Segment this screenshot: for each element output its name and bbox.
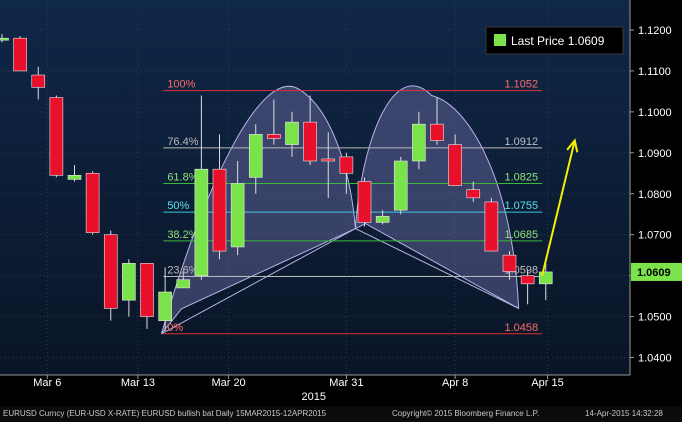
fib-level-price: 1.1052: [504, 79, 538, 91]
last-price-tag-value: 1.0609: [637, 267, 671, 279]
x-tick-label: Mar 20: [211, 377, 245, 389]
y-tick-label: 1.1200: [638, 25, 672, 37]
legend-label: Last Price 1.0609: [511, 34, 605, 48]
candle: [13, 36, 27, 72]
y-axis: 1.1200 1.1100 1.1000 1.0900 1.0800 1.0700 1.06…: [630, 25, 672, 365]
candle-body: [194, 168, 209, 276]
legend-swatch: [494, 34, 506, 46]
y-tick-label: 1.0400: [638, 353, 672, 365]
candle: [393, 156, 408, 215]
fib-level-percent: 61.8%: [167, 172, 198, 184]
candle-body: [339, 156, 354, 174]
y-tick-label: 1.0800: [638, 189, 672, 201]
candle-body: [484, 201, 499, 252]
candle-body: [267, 134, 281, 139]
candle-body: [393, 160, 408, 211]
candle-body: [31, 74, 46, 88]
fib-level-percent: 100%: [167, 79, 195, 91]
candle-body: [357, 181, 372, 223]
fib-level-percent: 38.2%: [167, 229, 198, 241]
candle: [484, 197, 499, 252]
fib-level-price: 1.0825: [504, 172, 538, 184]
x-tick-label: Apr 8: [442, 377, 468, 389]
footer-security-description: EURUSD Curncy (EUR-USD X-RATE) EURUSD bu…: [3, 409, 327, 418]
candle-body: [158, 291, 172, 321]
candle-body: [0, 37, 9, 41]
chart-footer: EURUSD Curncy (EUR-USD X-RATE) EURUSD bu…: [0, 406, 682, 422]
legend-value: 1.0609: [568, 34, 605, 48]
last-price-legend: Last Price 1.0609: [485, 26, 624, 55]
candle-body: [430, 123, 444, 141]
candle-body: [212, 168, 227, 252]
x-tick-label: Apr 15: [531, 377, 563, 389]
y-tick-label: 1.0700: [638, 230, 672, 242]
candle: [103, 230, 118, 321]
candle-body: [13, 37, 27, 72]
candle: [49, 95, 64, 178]
fib-level-price: 1.0685: [504, 229, 538, 241]
candlestick-chart: 100% 1.1052 76.4% 1.0912 61.8% 1.0825 50% 1.075…: [0, 0, 682, 403]
x-year-label: 2015: [302, 391, 326, 403]
candle-body: [49, 97, 64, 176]
candle-body: [122, 263, 136, 301]
candle-body: [67, 175, 82, 180]
candle-body: [538, 271, 553, 285]
y-tick-label: 1.1000: [638, 107, 672, 119]
fib-level-percent: 76.4%: [167, 136, 198, 148]
candle-body: [448, 144, 462, 186]
x-tick-label: Mar 6: [33, 377, 61, 389]
candle-body: [303, 121, 317, 162]
candle: [85, 171, 100, 235]
candle-body: [520, 275, 535, 285]
fib-level-price: 1.0912: [504, 136, 538, 148]
x-axis: Mar 6 Mar 13 Mar 20 Mar 31 Apr 8 Apr 15 2015: [33, 375, 564, 403]
fib-level-price: 1.0755: [504, 200, 538, 212]
candle-body: [502, 254, 517, 272]
candle-body: [248, 134, 263, 178]
y-tick-label: 1.1100: [638, 66, 671, 78]
candle-body: [375, 215, 390, 223]
candle-body: [412, 123, 426, 162]
candle-body: [466, 189, 481, 199]
fib-level-percent: 0%: [167, 322, 183, 334]
last-price-tag: 1.0609: [631, 262, 682, 281]
footer-timestamp: 14-Apr-2015 14:32:28: [585, 409, 663, 418]
x-tick-label: Mar 31: [329, 377, 363, 389]
fib-level-price: 1.0458: [504, 322, 538, 334]
x-tick-label: Mar 13: [121, 377, 155, 389]
fib-level-percent: 50%: [167, 200, 189, 212]
candle-body: [321, 158, 336, 162]
candle: [357, 177, 372, 227]
footer-copyright: Copyright© 2015 Bloomberg Finance L.P.: [392, 409, 540, 418]
candle-body: [103, 234, 118, 309]
candle-body: [85, 172, 100, 233]
candle-body: [176, 279, 191, 289]
candle-body: [285, 121, 299, 145]
y-tick-label: 1.0900: [638, 148, 672, 160]
y-tick-label: 1.0500: [638, 312, 672, 324]
candle-body: [140, 263, 154, 317]
candle-body: [230, 183, 245, 248]
